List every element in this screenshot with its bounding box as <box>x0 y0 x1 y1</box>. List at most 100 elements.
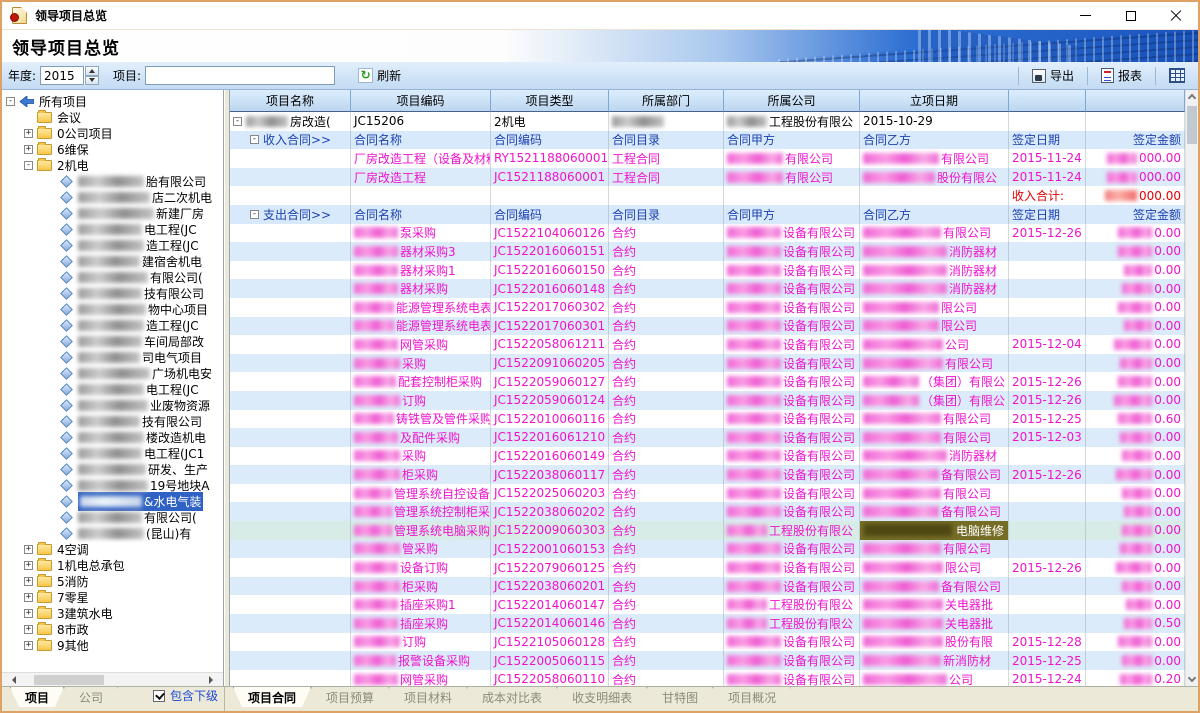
expense-contract-row[interactable]: 设备订购JC1522079060125合约设备有限公司限公司2015-12-26… <box>230 558 1185 577</box>
expense-contract-row[interactable]: 器材采购JC1522016060148合约设备有限公司消防器材0.00 <box>230 279 1185 298</box>
contract-name-cell[interactable]: 铸铁管及管件采购 <box>351 410 491 429</box>
tab-项目预算[interactable]: 项目预算 <box>311 687 389 707</box>
group-toggle-cell[interactable]: -收入合同>> <box>230 131 351 150</box>
tree-project-item[interactable]: 车间局部改 <box>2 333 223 349</box>
tree-project-item[interactable]: 有限公司( <box>2 269 223 285</box>
tree-folder-item[interactable]: +7零星 <box>2 589 223 605</box>
tree-project-item[interactable]: 楼改造机电 <box>2 429 223 445</box>
grid-view-button[interactable] <box>1162 65 1192 86</box>
contract-name-cell[interactable]: 及配件采购 <box>351 428 491 447</box>
tree-folder-item[interactable]: +3建筑水电 <box>2 605 223 621</box>
expense-contract-row[interactable]: 采购JC1522016060149合约设备有限公司消防器材0.00 <box>230 447 1185 466</box>
include-sublevel-checkbox[interactable] <box>153 690 165 702</box>
tree-project-item[interactable]: 物中心项目 <box>2 301 223 317</box>
contract-name-cell[interactable]: 网管采购 <box>351 670 491 686</box>
vertical-scrollbar[interactable] <box>1185 90 1198 686</box>
expense-contract-row[interactable]: 报警设备采购JC1522005060115合约设备有限公司新消防材2015-12… <box>230 651 1185 670</box>
expand-icon[interactable]: + <box>24 129 33 138</box>
collapse-icon[interactable]: - <box>233 117 242 126</box>
tab-项目材料[interactable]: 项目材料 <box>389 687 467 707</box>
tab-甘特图[interactable]: 甘特图 <box>647 687 713 707</box>
project-filter-input[interactable] <box>145 66 335 85</box>
tree-project-item[interactable]: 造工程(JC <box>2 237 223 253</box>
expand-icon[interactable]: + <box>24 545 33 554</box>
tab-公司[interactable]: 公司 <box>64 687 118 707</box>
column-header-sign-amount[interactable] <box>1086 90 1185 112</box>
contract-name-cell[interactable]: 设备订购 <box>351 558 491 577</box>
contract-name-cell[interactable]: 能源管理系统电表 <box>351 298 491 317</box>
expense-contract-row[interactable]: 采购JC1522091060205合约设备有限公司有限公司0.00 <box>230 354 1185 373</box>
expense-group-header-row[interactable]: -支出合同>>合同名称合同编码合同目录合同甲方合同乙方签定日期签定金额 <box>230 205 1185 224</box>
income-total-row[interactable]: 收入合计:000.00 <box>230 186 1185 205</box>
expense-contract-row[interactable]: 网管采购JC1522058061211合约设备有限公司公司2015-12-040… <box>230 335 1185 354</box>
contract-name-cell[interactable]: 插座采购1 <box>351 595 491 614</box>
contract-name-cell[interactable]: 器材采购3 <box>351 242 491 261</box>
contract-name-cell[interactable]: 订购 <box>351 391 491 410</box>
tree-folder-item[interactable]: +5消防 <box>2 573 223 589</box>
contract-name-cell[interactable]: 能源管理系统电表 <box>351 317 491 336</box>
expense-contract-row[interactable]: 泵采购JC1522104060126合约设备有限公司有限公司2015-12-26… <box>230 224 1185 243</box>
tree-horizontal-scrollbar[interactable] <box>2 672 223 686</box>
tree-project-item[interactable]: 技有限公司 <box>2 285 223 301</box>
contract-name-cell[interactable]: 管理系统控制柜采 <box>351 502 491 521</box>
tree-project-item[interactable]: 胎有限公司 <box>2 173 223 189</box>
group-toggle-cell[interactable]: -支出合同>> <box>230 205 351 224</box>
expense-contract-row[interactable]: 管理系统控制柜采JC1522038060202合约设备有限公司备有限公司0.00 <box>230 502 1185 521</box>
column-header-department[interactable]: 所属部门 <box>609 90 724 112</box>
scroll-down-icon[interactable] <box>1188 674 1196 682</box>
tree-folder-item[interactable]: 会议 <box>2 109 223 125</box>
tab-收支明细表[interactable]: 收支明细表 <box>557 687 647 707</box>
tree-project-item[interactable]: 司电气项目 <box>2 349 223 365</box>
tree-folder-item[interactable]: +1机电总承包 <box>2 557 223 573</box>
contract-name-cell[interactable]: 厂房改造工程 <box>351 168 491 187</box>
tree-folder-item[interactable]: +9其他 <box>2 637 223 653</box>
expense-contract-row[interactable]: 管理系统自控设备JC1522025060203合约设备有限公司有限公司0.00 <box>230 484 1185 503</box>
contract-name-cell[interactable]: 配套控制柜采购 <box>351 372 491 391</box>
project-summary-row[interactable]: -房改造(JC152062机电工程股份有限公2015-10-29 <box>230 112 1185 131</box>
expense-contract-row[interactable]: 管理系统电脑采购JC1522009060303合约工程股份有限公电脑维修0.00 <box>230 521 1185 540</box>
tree-project-item[interactable]: 新建厂房 <box>2 205 223 221</box>
expense-contract-row[interactable]: 管采购JC1522001060153合约设备有限公司有限公司0.00 <box>230 540 1185 559</box>
expand-icon[interactable]: + <box>24 625 33 634</box>
tree-project-item[interactable]: 技有限公司 <box>2 413 223 429</box>
expand-icon[interactable]: + <box>24 577 33 586</box>
expense-contract-row[interactable]: 插座采购1JC1522014060147合约工程股份有限公关电器批0.00 <box>230 595 1185 614</box>
tree-folder-item[interactable]: +4空调 <box>2 541 223 557</box>
tree-folder-item[interactable]: +8市政 <box>2 621 223 637</box>
spinner-up-button[interactable] <box>85 66 99 76</box>
tree-folder-item[interactable]: +6维保 <box>2 141 223 157</box>
tree-project-item[interactable]: &水电气装 <box>2 493 223 509</box>
expand-icon[interactable]: + <box>24 561 33 570</box>
contract-name-cell[interactable]: 网管采购 <box>351 335 491 354</box>
tree-project-item[interactable]: 电工程(JC <box>2 221 223 237</box>
collapse-icon[interactable]: - <box>24 161 33 170</box>
tree-folder-item[interactable]: -2机电 <box>2 157 223 173</box>
contract-name-cell[interactable]: 管理系统电脑采购 <box>351 521 491 540</box>
column-header-project-type[interactable]: 项目类型 <box>491 90 609 112</box>
income-group-header-row[interactable]: -收入合同>>合同名称合同编码合同目录合同甲方合同乙方签定日期签定金额 <box>230 131 1185 150</box>
contract-name-cell[interactable]: 柜采购 <box>351 465 491 484</box>
contract-name-cell[interactable]: 管理系统自控设备 <box>351 484 491 503</box>
collapse-icon[interactable]: - <box>250 210 259 219</box>
contract-name-cell[interactable]: 采购 <box>351 354 491 373</box>
collapse-icon[interactable]: - <box>6 97 15 106</box>
refresh-button[interactable]: ↻ 刷新 <box>351 64 408 87</box>
expense-contract-row[interactable]: 网管采购JC1522058060110合约设备有限公司公司2015-12-240… <box>230 670 1185 686</box>
expense-contract-row[interactable]: 能源管理系统电表JC1522017060302合约设备有限公司限公司0.00 <box>230 298 1185 317</box>
tab-项目合同[interactable]: 项目合同 <box>233 687 311 707</box>
contract-name-cell[interactable]: 厂房改造工程（设备及材料 <box>351 149 491 168</box>
tree-project-item[interactable]: 电工程(JC1 <box>2 445 223 461</box>
export-button[interactable]: 导出 <box>1025 64 1081 87</box>
column-header-project-name[interactable]: 项目名称 <box>230 90 351 112</box>
scroll-left-icon[interactable] <box>8 676 16 684</box>
contract-name-cell[interactable]: 器材采购 <box>351 279 491 298</box>
tree-project-item[interactable]: 造工程(JC <box>2 317 223 333</box>
scrollbar-thumb[interactable] <box>34 675 104 685</box>
contract-name-cell[interactable]: 订购 <box>351 633 491 652</box>
report-button[interactable]: 报表 <box>1094 64 1149 87</box>
expense-contract-row[interactable]: 及配件采购JC1522016061210合约设备有限公司有限公司2015-12-… <box>230 428 1185 447</box>
scroll-right-icon[interactable] <box>209 676 217 684</box>
expense-contract-row[interactable]: 柜采购JC1522038060117合约设备有限公司备有限公司2015-12-2… <box>230 465 1185 484</box>
expand-icon[interactable]: + <box>24 145 33 154</box>
scrollbar-thumb[interactable] <box>1187 106 1197 144</box>
